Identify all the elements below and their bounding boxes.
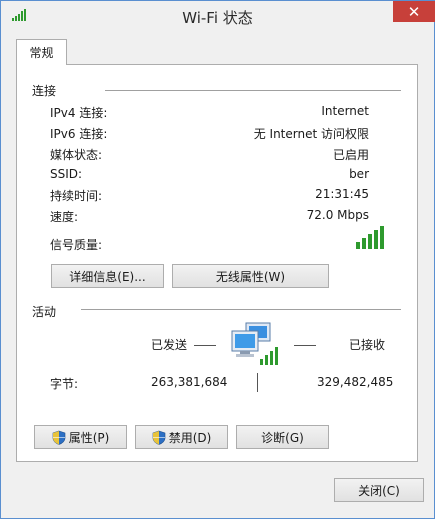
ssid-value: ber	[349, 167, 369, 181]
bytes-divider	[257, 373, 258, 392]
received-connector-line	[294, 345, 316, 346]
activity-section-title: 活动	[32, 305, 57, 319]
signal-quality-label: 信号质量:	[50, 238, 103, 252]
window-title: Wi-Fi 状态	[182, 9, 253, 27]
ipv6-label: IPv6 连接:	[50, 127, 108, 141]
bytes-label: 字节:	[50, 377, 79, 391]
speed-value: 72.0 Mbps	[306, 208, 369, 222]
close-icon: ✕	[407, 2, 421, 21]
received-label: 已接收	[349, 338, 386, 352]
uac-shield-icon	[152, 430, 165, 445]
title-bar[interactable]: Wi-Fi 状态 ✕	[1, 1, 435, 31]
general-tab-panel: 连接 IPv4 连接: Internet IPv6 连接: 无 Internet…	[16, 64, 418, 462]
network-computers-icon	[231, 322, 278, 365]
tab-general[interactable]: 常规	[16, 39, 67, 65]
sent-connector-line	[194, 345, 216, 346]
activity-divider	[81, 309, 401, 310]
properties-button-label: 属性(P)	[68, 430, 110, 445]
wifi-status-window: Wi-Fi 状态 ✕ 常规 连接 IPv4 连接: Internet IPv6 …	[0, 0, 435, 519]
close-button[interactable]: 关闭(C)	[334, 478, 424, 502]
ipv6-value: 无 Internet 访问权限	[253, 127, 369, 141]
uac-shield-icon	[52, 430, 65, 445]
speed-label: 速度:	[50, 210, 79, 224]
media-state-value: 已启用	[332, 148, 369, 162]
media-state-label: 媒体状态:	[50, 148, 103, 162]
ssid-label: SSID:	[50, 167, 83, 181]
ipv4-value: Internet	[321, 104, 369, 118]
details-button[interactable]: 详细信息(E)...	[51, 264, 164, 288]
bytes-sent-value: 263,381,684	[151, 375, 228, 389]
disable-button-label: 禁用(D)	[168, 430, 212, 445]
connection-section-title: 连接	[32, 84, 57, 98]
connection-divider	[105, 90, 401, 91]
ipv4-label: IPv4 连接:	[50, 106, 108, 120]
bytes-received-value: 329,482,485	[317, 375, 394, 389]
disable-button[interactable]: 禁用(D)	[135, 425, 228, 449]
signal-strength-icon	[356, 226, 384, 249]
duration-value: 21:31:45	[315, 187, 369, 201]
properties-button[interactable]: 属性(P)	[34, 425, 127, 449]
sent-label: 已发送	[151, 338, 188, 352]
wireless-properties-button[interactable]: 无线属性(W)	[172, 264, 329, 288]
diagnose-button[interactable]: 诊断(G)	[236, 425, 329, 449]
duration-label: 持续时间:	[50, 189, 103, 203]
window-close-button[interactable]: ✕	[393, 1, 435, 22]
